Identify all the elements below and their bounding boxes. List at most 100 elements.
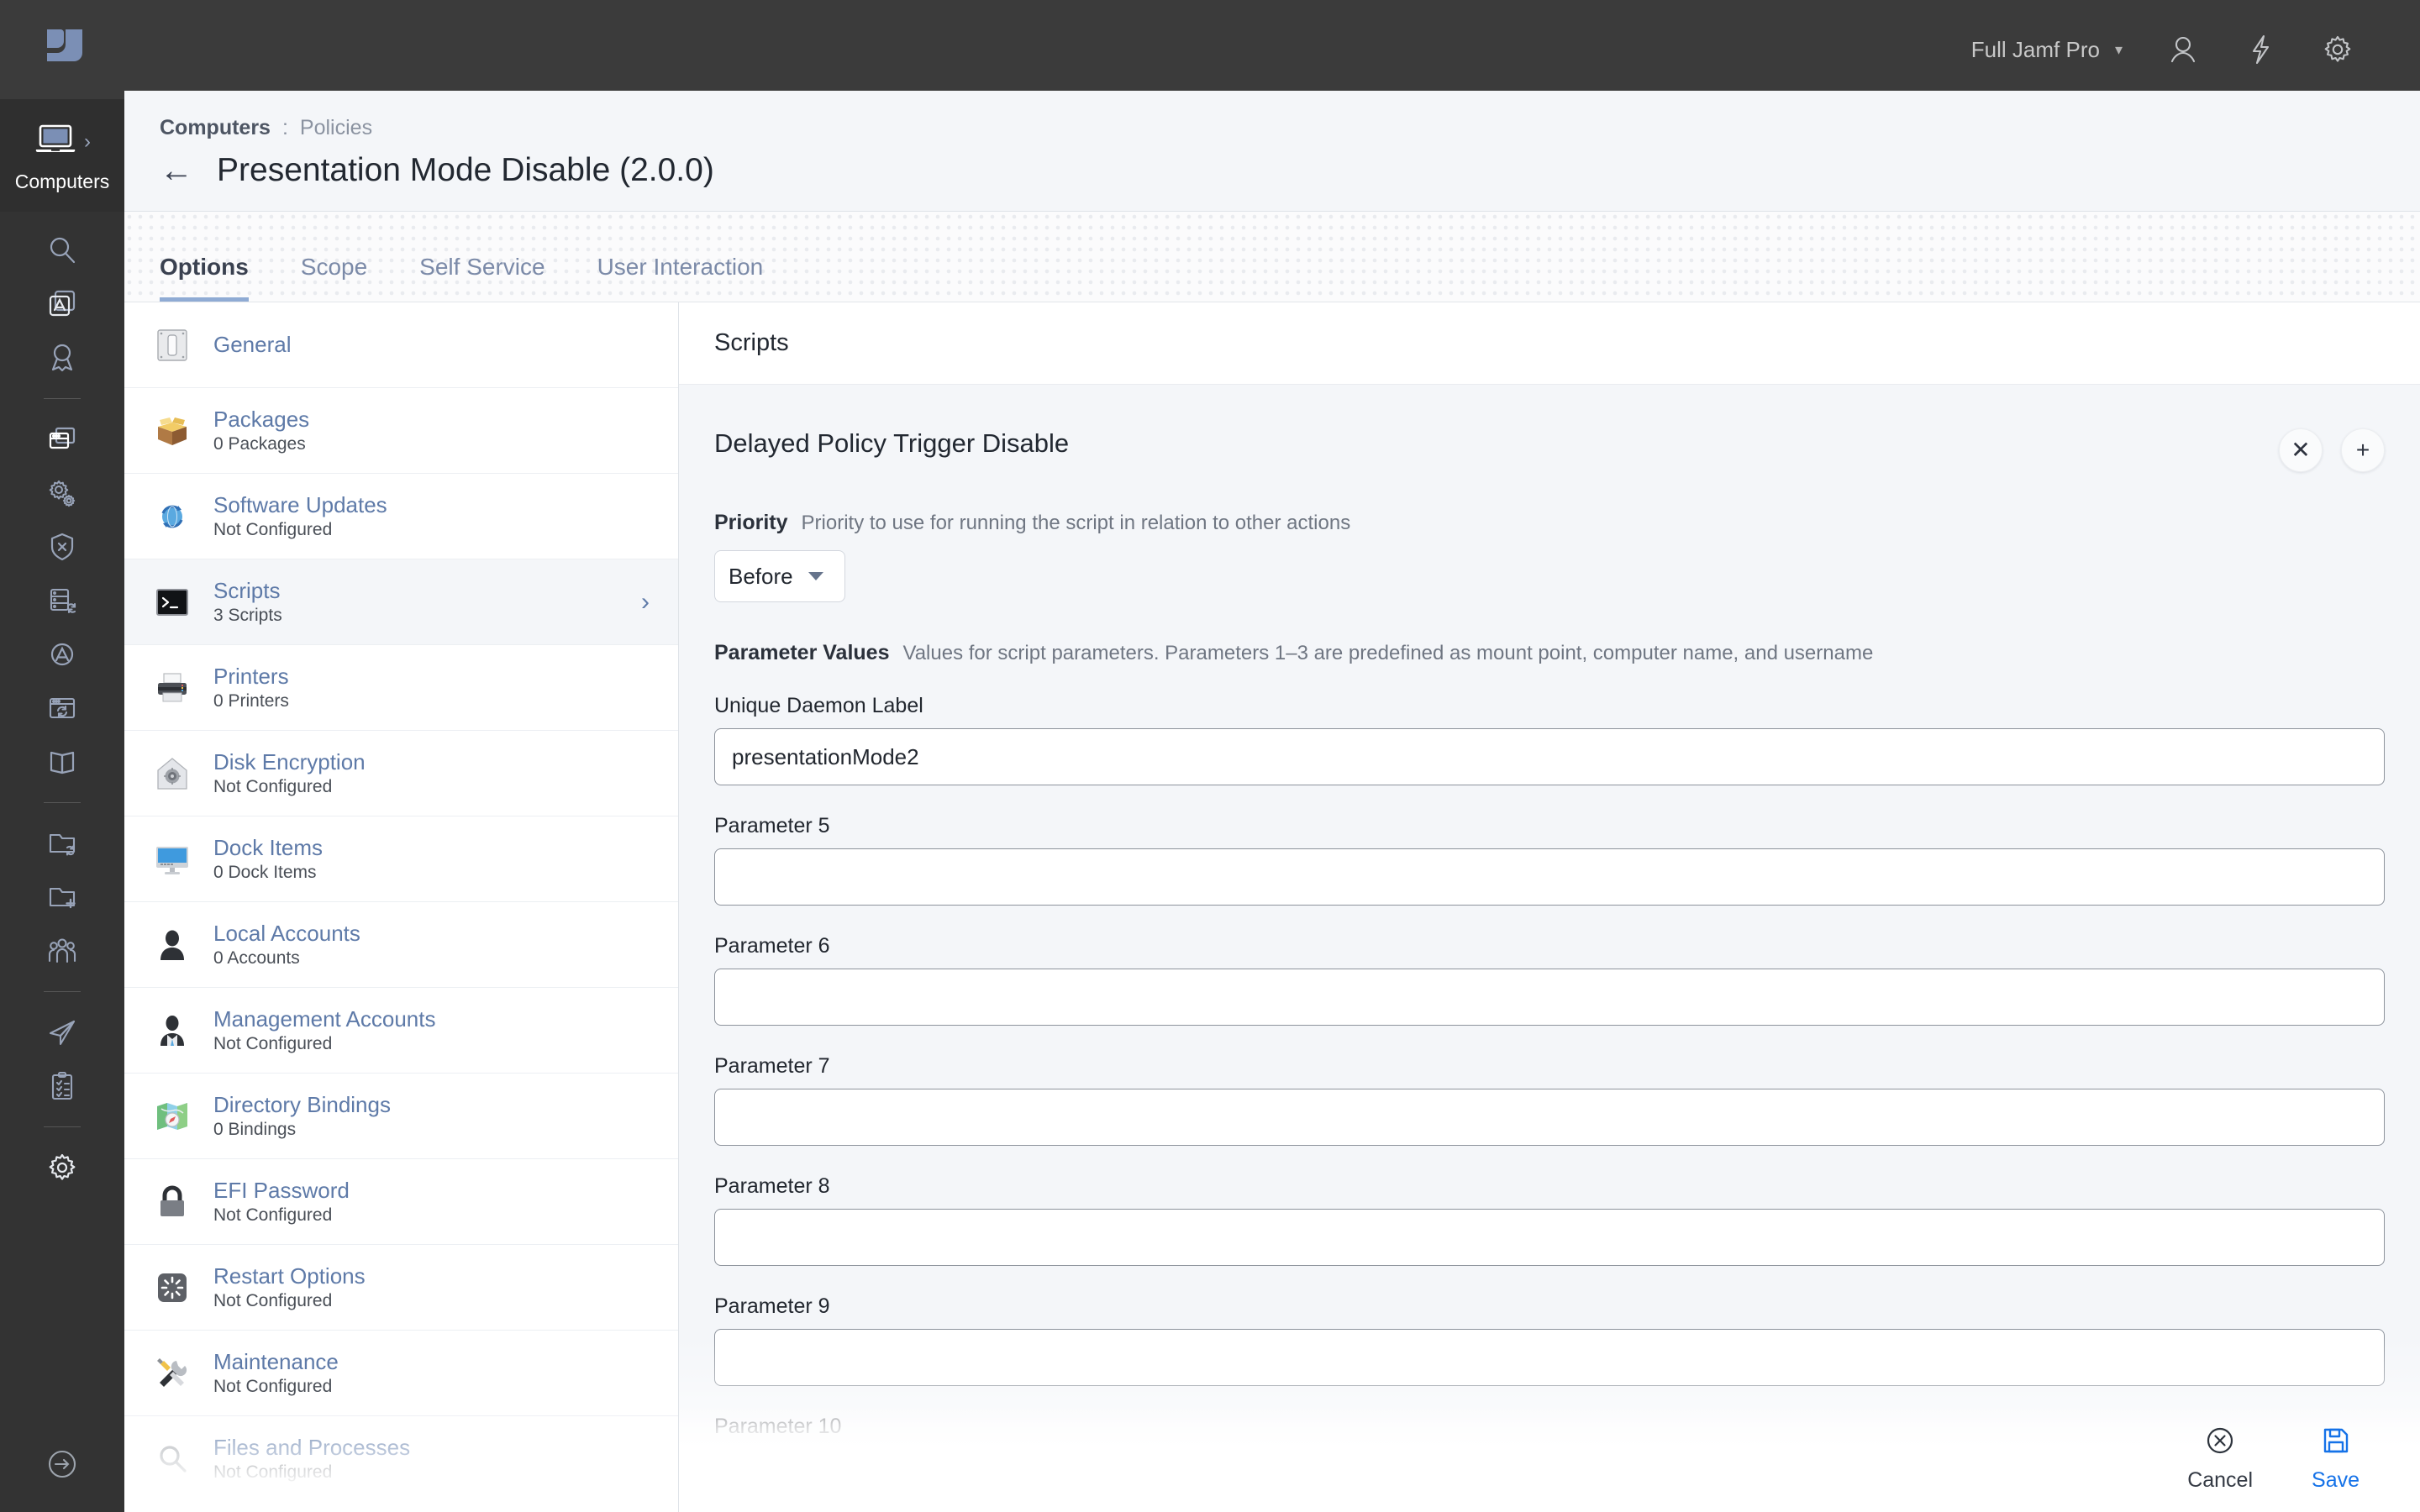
option-row-printers[interactable]: Printers 0 Printers: [124, 645, 678, 731]
back-arrow-icon[interactable]: ←: [160, 154, 193, 187]
option-row-general[interactable]: General: [124, 302, 678, 388]
option-row-software-updates[interactable]: Software Updates Not Configured: [124, 474, 678, 559]
option-text: Disk Encryption Not Configured: [213, 750, 650, 797]
rail-item-folder-sync[interactable]: [0, 822, 124, 865]
tab-user-interaction[interactable]: User Interaction: [597, 255, 764, 302]
option-row-scripts[interactable]: Scripts 3 Scripts ›: [124, 559, 678, 645]
topbar-right-controls: Full Jamf Pro ▾: [1971, 33, 2420, 66]
option-row-dock-items[interactable]: Dock Items 0 Dock Items: [124, 816, 678, 902]
option-row-restart-options[interactable]: Restart Options Not Configured: [124, 1245, 678, 1331]
rail-item-server-sync[interactable]: [0, 579, 124, 622]
lightning-bolt-icon[interactable]: [2244, 33, 2277, 66]
script-name: Delayed Policy Trigger Disable: [714, 428, 1070, 458]
option-label: Restart Options: [213, 1263, 366, 1289]
rail-item-windows-stack[interactable]: [0, 417, 124, 461]
save-button[interactable]: Save: [2312, 1424, 2360, 1493]
option-sublabel: Not Configured: [213, 777, 333, 797]
chevron-right-icon[interactable]: ›: [84, 130, 91, 154]
priority-select[interactable]: Before: [714, 550, 845, 602]
option-row-local-accounts[interactable]: Local Accounts 0 Accounts: [124, 902, 678, 988]
wrench-hammer-icon: [153, 1354, 192, 1393]
option-text: Management Accounts Not Configured: [213, 1007, 650, 1054]
body-split: General Packages 0 Packages Software Upd…: [124, 302, 2420, 1512]
option-row-efi-password[interactable]: EFI Password Not Configured: [124, 1159, 678, 1245]
close-icon[interactable]: ✕: [2279, 428, 2323, 472]
jamf-logo[interactable]: [40, 25, 89, 74]
rail-laptop-row: ›: [0, 123, 124, 160]
option-text: Scripts 3 Scripts: [213, 579, 619, 626]
page-title: Presentation Mode Disable (2.0.0): [217, 152, 714, 188]
tab-strip: Options Scope Self Service User Interact…: [124, 212, 2420, 302]
chevron-down-icon: ▾: [2114, 40, 2123, 58]
option-label: Packages: [213, 406, 310, 432]
rail-item-clipboard-checklist[interactable]: [0, 1064, 124, 1108]
padlock-icon: [153, 1183, 192, 1221]
option-sublabel: 0 Printers: [213, 691, 289, 711]
rail-item-app-store-circle[interactable]: [0, 633, 124, 676]
param-input-8[interactable]: [714, 1209, 2385, 1266]
param-label-8: Parameter 8: [714, 1174, 830, 1198]
option-row-maintenance[interactable]: Maintenance Not Configured: [124, 1331, 678, 1416]
option-row-packages[interactable]: Packages 0 Packages: [124, 388, 678, 474]
priority-hint: Priority to use for running the script i…: [801, 512, 1351, 534]
content-scroll-area[interactable]: Delayed Policy Trigger Disable ✕ + Prior…: [679, 385, 2420, 1512]
map-compass-icon: [153, 1097, 192, 1136]
param-input-7[interactable]: [714, 1089, 2385, 1146]
save-label: Save: [2312, 1468, 2360, 1492]
tab-self-service[interactable]: Self Service: [419, 255, 544, 302]
script-card-actions: ✕ +: [2279, 428, 2385, 472]
option-row-disk-encryption[interactable]: Disk Encryption Not Configured: [124, 731, 678, 816]
option-sublabel: 0 Dock Items: [213, 863, 317, 883]
title-row: ← Presentation Mode Disable (2.0.0): [160, 152, 2420, 189]
option-row-files-and-processes[interactable]: Files and Processes Not Configured: [124, 1416, 678, 1502]
rail-item-app-store-stack[interactable]: [0, 282, 124, 326]
options-list: General Packages 0 Packages Software Upd…: [124, 302, 679, 1512]
rail-item-award-ribbon[interactable]: [0, 336, 124, 380]
rail-item-paper-plane[interactable]: [0, 1011, 124, 1054]
content-header: Scripts: [679, 302, 2420, 385]
rail-item-search[interactable]: [0, 228, 124, 272]
tab-scope[interactable]: Scope: [301, 255, 367, 302]
vault-house-icon: [153, 754, 192, 793]
breadcrumb-current[interactable]: Policies: [300, 116, 372, 140]
param-input-daemon[interactable]: [714, 728, 2385, 785]
rail-item-users-group[interactable]: [0, 929, 124, 973]
cancel-button[interactable]: Cancel: [2187, 1424, 2253, 1493]
rail-item-book-open[interactable]: [0, 740, 124, 784]
param-input-9[interactable]: [714, 1329, 2385, 1386]
gear-icon[interactable]: [2321, 33, 2354, 66]
priority-select-value: Before: [729, 563, 793, 589]
priority-label: Priority: [714, 511, 788, 534]
tab-options[interactable]: Options: [160, 255, 249, 302]
user-icon[interactable]: [2166, 33, 2200, 66]
plus-icon[interactable]: +: [2341, 428, 2385, 472]
option-text: EFI Password Not Configured: [213, 1179, 650, 1226]
parameter-values-label: Parameter Values: [714, 641, 890, 664]
rail-primary-section[interactable]: › Computers: [0, 99, 124, 212]
option-text: Maintenance Not Configured: [213, 1350, 650, 1397]
monitor-icon: [153, 840, 192, 879]
option-label: Directory Bindings: [213, 1091, 391, 1117]
rail-divider: [44, 991, 81, 992]
rail-item-window-sync[interactable]: [0, 686, 124, 730]
account-switcher[interactable]: Full Jamf Pro ▾: [1971, 37, 2123, 63]
rail-icon-list: [0, 212, 124, 1420]
main-page: Computers : Policies ← Presentation Mode…: [124, 91, 2420, 1512]
breadcrumb-root[interactable]: Computers: [160, 116, 271, 140]
rail-item-settings-gear[interactable]: [0, 1146, 124, 1189]
rail-item-folder-plus[interactable]: [0, 875, 124, 919]
circle-x-icon: [2203, 1424, 2237, 1462]
option-row-management-accounts[interactable]: Management Accounts Not Configured: [124, 988, 678, 1074]
software-update-globe-icon: [153, 497, 192, 536]
rail-divider: [44, 802, 81, 803]
option-text: Packages 0 Packages: [213, 407, 650, 454]
priority-header: Priority Priority to use for running the…: [714, 511, 2385, 535]
option-row-directory-bindings[interactable]: Directory Bindings 0 Bindings: [124, 1074, 678, 1159]
circle-arrow-right-icon[interactable]: [44, 1446, 81, 1487]
rail-item-shield-x[interactable]: [0, 525, 124, 569]
rail-item-gears[interactable]: [0, 471, 124, 515]
param-input-6[interactable]: [714, 969, 2385, 1026]
switch-icon: [153, 326, 192, 365]
param-input-5[interactable]: [714, 848, 2385, 906]
option-sublabel: Not Configured: [213, 1462, 333, 1483]
